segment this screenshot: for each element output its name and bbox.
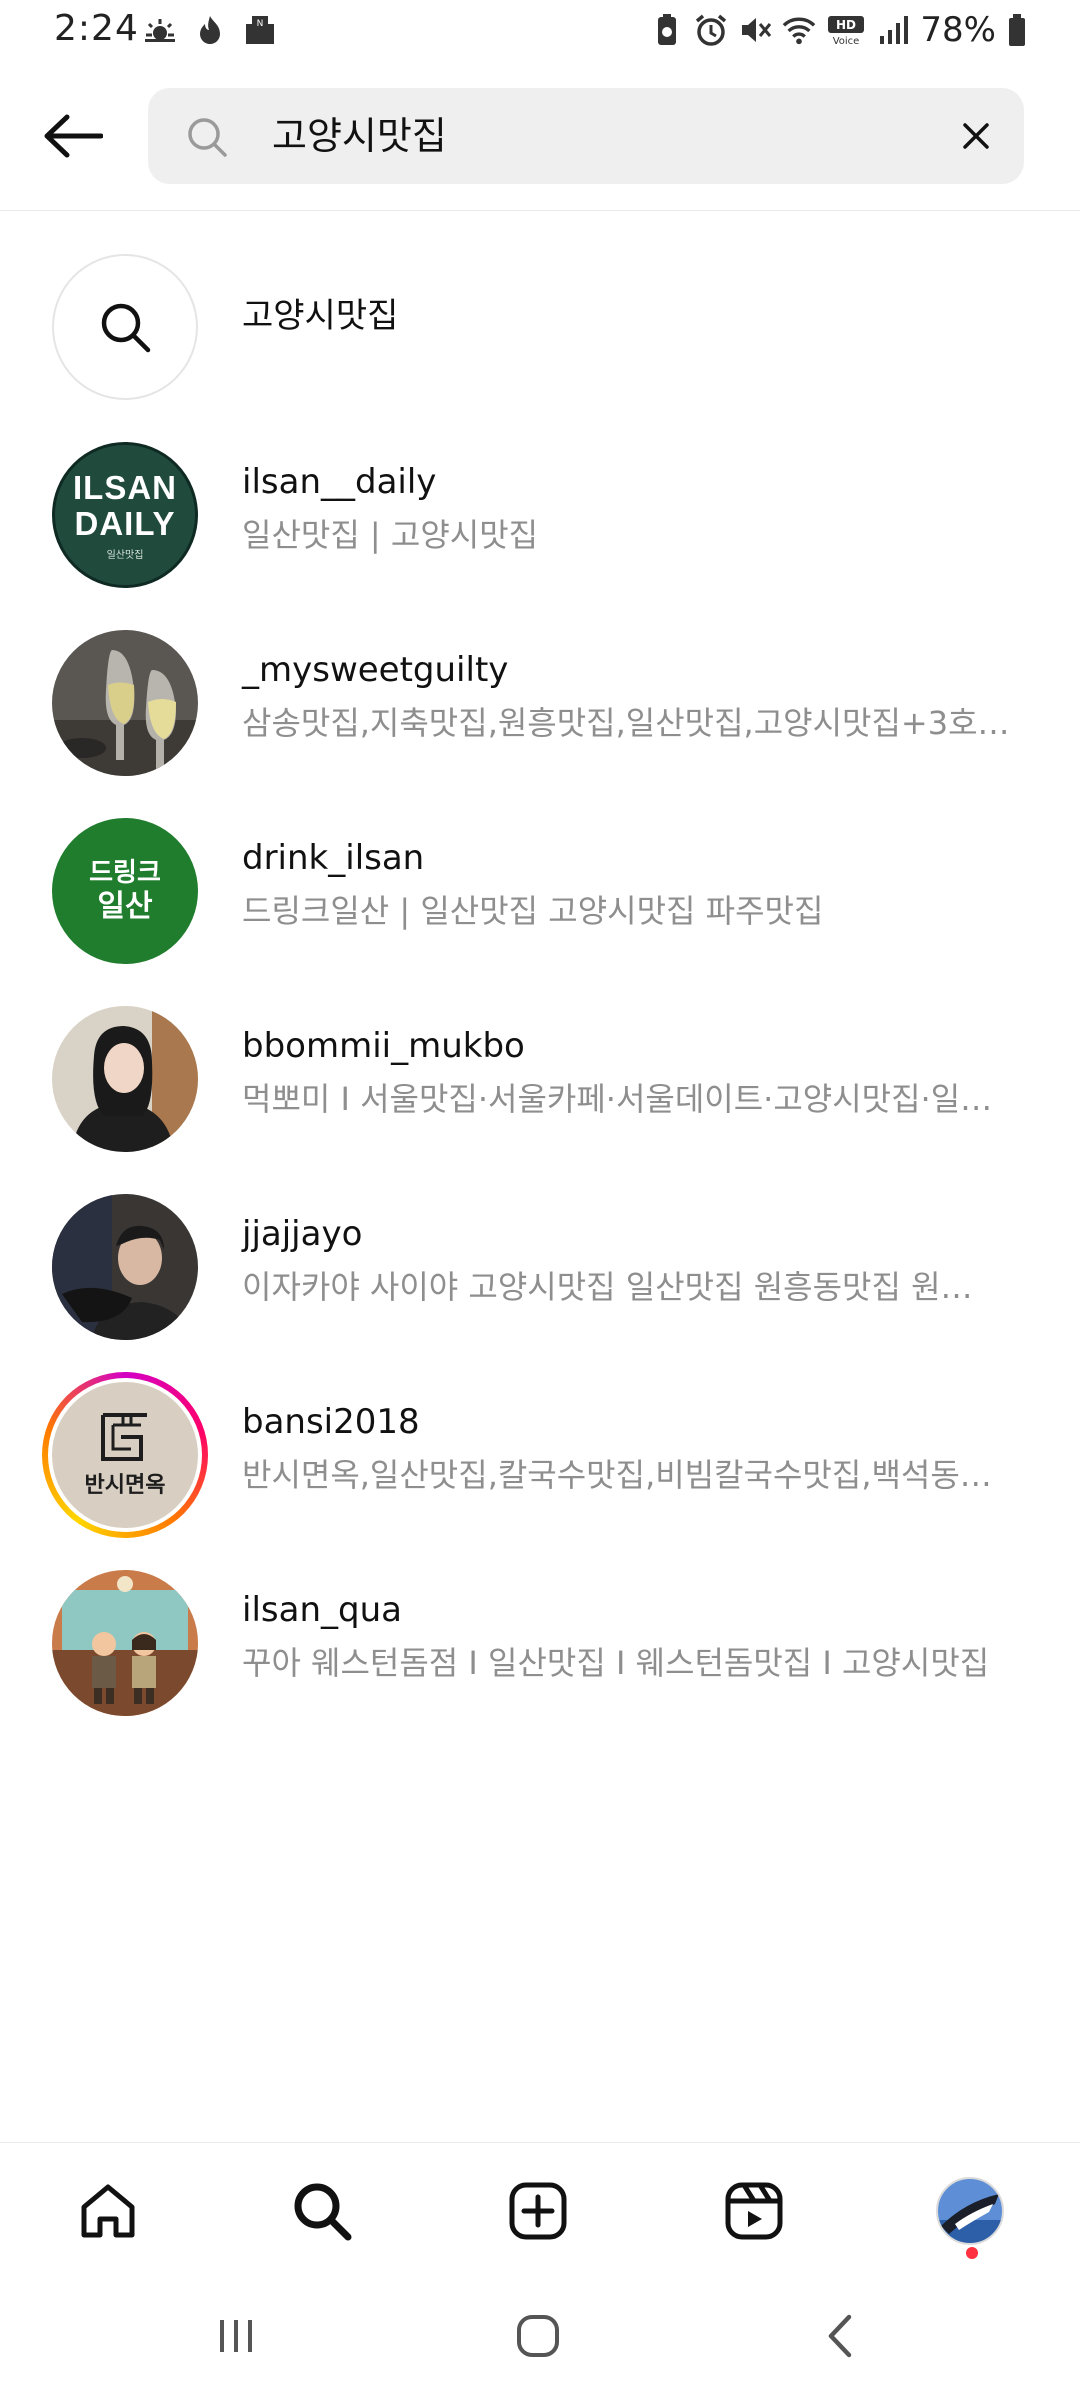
search-suggestion-text: 고양시맛집 xyxy=(242,296,399,336)
home-circle-icon xyxy=(517,2315,559,2357)
recent-apps-icon xyxy=(220,2320,252,2352)
system-nav-bar xyxy=(0,2270,1080,2400)
account-row[interactable]: bbommii_mukbo 먹뽀미 I 서울맛집·서울카페·서울데이트·고양시맛… xyxy=(0,982,1080,1170)
profile-avatar xyxy=(936,2177,1004,2245)
avatar xyxy=(52,630,198,776)
mail-icon: N xyxy=(242,12,278,48)
home-button[interactable] xyxy=(498,2306,578,2366)
create-icon xyxy=(509,2182,567,2240)
account-subtitle: 드링크일산 | 일산맛집 고양시맛집 파주맛집 xyxy=(242,892,824,930)
username: drink_ilsan xyxy=(242,838,425,878)
system-back-button[interactable] xyxy=(800,2306,880,2366)
username: ilsan_qua xyxy=(242,1590,402,1630)
username: bbommii_mukbo xyxy=(242,1026,525,1066)
avatar: 반시면옥 xyxy=(52,1382,198,1528)
search-suggestion-row[interactable]: 고양시맛집 xyxy=(0,230,1080,418)
account-subtitle: 꾸아 웨스턴돔점 I 일산맛집 I 웨스턴돔맛집 I 고양시맛집 xyxy=(242,1644,990,1682)
wifi-icon xyxy=(782,12,816,48)
reels-icon xyxy=(725,2182,783,2240)
nav-reels[interactable] xyxy=(714,2171,794,2251)
username: _mysweetguilty xyxy=(242,650,509,690)
avatar: 드링크 일산 xyxy=(52,818,198,964)
username: bansi2018 xyxy=(242,1402,420,1442)
search-header xyxy=(0,62,1080,211)
battery-percent: 78% xyxy=(920,10,996,50)
account-row[interactable]: ILSAN DAILY 일산맛집 ilsan__daily 일산맛집 | 고양시… xyxy=(0,418,1080,606)
notification-dot xyxy=(966,2247,978,2259)
signal-icon xyxy=(876,12,910,48)
status-time: 2:24 xyxy=(54,8,139,49)
search-bar[interactable] xyxy=(148,88,1024,184)
back-button[interactable] xyxy=(38,106,108,166)
logo-icon xyxy=(101,1413,147,1461)
nav-profile[interactable] xyxy=(930,2171,1010,2251)
svg-text:HD: HD xyxy=(836,18,856,32)
account-row[interactable]: ilsan_qua 꾸아 웨스턴돔점 I 일산맛집 I 웨스턴돔맛집 I 고양시… xyxy=(0,1546,1080,1734)
avatar: ILSAN DAILY 일산맛집 xyxy=(52,442,198,588)
username: jjajjayo xyxy=(242,1214,363,1254)
clear-search-button[interactable] xyxy=(954,114,998,158)
avatar xyxy=(52,1194,198,1340)
mute-icon xyxy=(738,12,772,48)
battery-saver-icon xyxy=(650,12,684,48)
account-row[interactable]: _mysweetguilty 삼송맛집,지축맛집,원흥맛집,일산맛집,고양시맛집… xyxy=(0,606,1080,794)
svg-text:Voice: Voice xyxy=(833,36,860,46)
account-subtitle: 반시면옥,일산맛집,칼국수맛집,비빔칼국수맛집,백석동… xyxy=(242,1456,992,1494)
chevron-left-icon xyxy=(828,2314,852,2358)
fire-icon xyxy=(192,12,228,48)
bottom-nav xyxy=(0,2142,1080,2271)
alarm-icon xyxy=(694,12,728,48)
search-icon xyxy=(186,116,228,162)
back-arrow-icon xyxy=(44,114,103,158)
search-suggestion-avatar xyxy=(52,254,198,400)
status-bar: 2:24 N HD Voice 78% xyxy=(0,0,1080,62)
nav-home[interactable] xyxy=(68,2171,148,2251)
avatar xyxy=(52,1570,198,1716)
nav-create[interactable] xyxy=(498,2171,578,2251)
avatar xyxy=(52,1006,198,1152)
weather-icon xyxy=(142,12,178,48)
recent-apps-button[interactable] xyxy=(196,2306,276,2366)
home-icon xyxy=(81,2184,135,2238)
svg-text:N: N xyxy=(257,19,264,29)
account-subtitle: 삼송맛집,지축맛집,원흥맛집,일산맛집,고양시맛집+3호… xyxy=(242,704,1010,742)
search-icon xyxy=(294,2183,352,2241)
account-subtitle: 먹뽀미 I 서울맛집·서울카페·서울데이트·고양시맛집·일… xyxy=(242,1080,993,1118)
nav-search[interactable] xyxy=(282,2171,362,2251)
account-row[interactable]: 드링크 일산 drink_ilsan 드링크일산 | 일산맛집 고양시맛집 파주… xyxy=(0,794,1080,982)
account-row[interactable]: 반시면옥 bansi2018 반시면옥,일산맛집,칼국수맛집,비빔칼국수맛집,백… xyxy=(0,1358,1080,1546)
close-icon xyxy=(963,123,989,149)
hd-voice-icon: HD Voice xyxy=(826,12,866,48)
battery-icon xyxy=(1006,12,1028,48)
account-row[interactable]: jjajjayo 이자카야 사이야 고양시맛집 일산맛집 원흥동맛집 원… xyxy=(0,1170,1080,1358)
account-subtitle: 일산맛집 | 고양시맛집 xyxy=(242,516,539,554)
account-subtitle: 이자카야 사이야 고양시맛집 일산맛집 원흥동맛집 원… xyxy=(242,1268,973,1306)
search-icon xyxy=(101,303,151,353)
username: ilsan__daily xyxy=(242,462,437,502)
search-input[interactable] xyxy=(272,108,912,164)
